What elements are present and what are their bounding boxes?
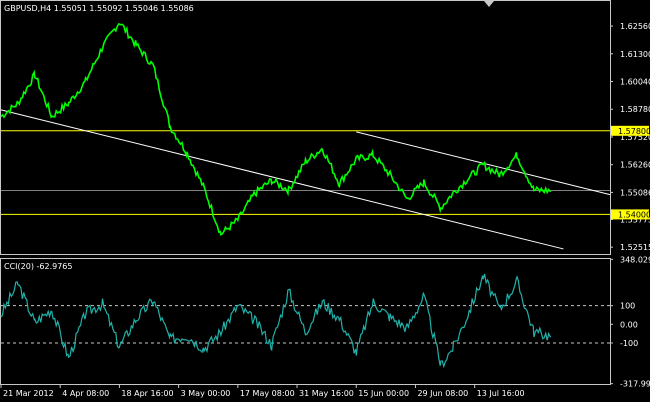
indicator-panel-title: CCI(20) -62.9765 — [4, 262, 72, 271]
price-axis-tick-label: 1.61300 — [620, 50, 650, 59]
price-axis-tick-label: 1.52515 — [620, 243, 650, 252]
time-axis-tick-label: 13 Jul 16:00 — [477, 389, 525, 398]
time-axis-tick-label: 15 Jun 00:00 — [358, 389, 409, 398]
time-axis-tick-label: 18 Apr 16:00 — [121, 389, 173, 398]
indicator-axis-tick-label: 100 — [620, 302, 635, 311]
time-axis-tick-label: 31 May 16:00 — [299, 389, 354, 398]
price-panel-title: GBPUSD,H4 1.55051 1.55092 1.55046 1.5508… — [4, 4, 194, 13]
time-axis-tick-label: 29 Jun 08:00 — [417, 389, 468, 398]
price-axis-tick-label: 1.60040 — [620, 78, 650, 87]
price-axis-tick-label: 1.58780 — [620, 105, 650, 114]
level-price-label: 1.54000 — [618, 210, 650, 219]
price-axis-tick-label: 1.55086 — [620, 188, 650, 197]
price-axis-tick-label: 1.62560 — [620, 22, 650, 31]
indicator-axis-tick-label: -317.998 — [620, 380, 650, 389]
time-axis-tick-label: 3 May 00:00 — [181, 389, 231, 398]
level-price-label: 1.57800 — [618, 127, 650, 136]
indicator-axis-tick-label: 348.029 — [620, 255, 650, 264]
time-axis-tick-label: 21 Mar 2012 — [3, 389, 54, 398]
indicator-axis-tick-label: -100 — [620, 339, 638, 348]
time-axis-tick-label: 4 Apr 08:00 — [62, 389, 109, 398]
time-axis-tick-label: 17 May 08:00 — [240, 389, 295, 398]
price-axis-tick-label: 1.56260 — [620, 161, 650, 170]
trading-chart: 1.625601.613001.600401.587801.575201.562… — [0, 0, 650, 402]
chart-background — [0, 0, 650, 402]
indicator-axis-tick-label: 0.00 — [620, 320, 638, 329]
